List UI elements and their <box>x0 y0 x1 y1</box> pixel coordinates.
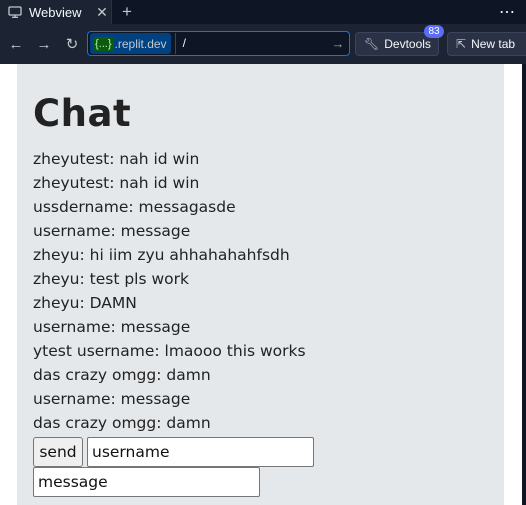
domain-badge: {...} <box>93 36 114 51</box>
message-list: zheyutest: nah id win zheyutest: nah id … <box>33 147 488 435</box>
new-tab-plus-icon[interactable]: + <box>118 2 136 22</box>
browser-tab-bar: Webview ✕ + ⋯ <box>0 0 526 24</box>
url-bar[interactable]: {...} .replit.dev / → <box>87 31 350 56</box>
domain-text: .replit.dev <box>114 36 167 51</box>
message-input[interactable] <box>33 467 260 497</box>
wrench-icon: 🔧︎ <box>364 37 380 51</box>
back-arrow-icon[interactable]: ← <box>2 30 30 58</box>
scrollbar[interactable] <box>522 64 526 505</box>
browser-toolbar: ← → ↻ {...} .replit.dev / → 🔧︎ Devtools … <box>0 24 526 64</box>
forward-arrow-icon[interactable]: → <box>30 30 58 58</box>
new-tab-button[interactable]: ⇱ New tab <box>447 32 526 56</box>
external-link-icon: ⇱ <box>456 37 467 51</box>
chat-message: zheyu: DAMN <box>33 294 137 312</box>
chat-message: username: message <box>33 222 191 240</box>
send-button[interactable]: send <box>33 437 83 467</box>
chat-message: das crazy omgg: damn <box>33 366 211 384</box>
chat-message: zheyu: test pls work <box>33 270 189 288</box>
chat-message: zheyutest: nah id win <box>33 150 200 168</box>
tab-title: Webview <box>29 4 82 20</box>
chat-message: username: message <box>33 390 191 408</box>
send-row: send <box>33 437 488 467</box>
devtools-count-badge: 83 <box>424 25 444 38</box>
close-icon[interactable]: ✕ <box>93 4 111 21</box>
chat-message: ussdername: messagasde <box>33 198 236 216</box>
username-input[interactable] <box>87 437 314 467</box>
chat-message: das crazy omgg: damn <box>33 414 211 432</box>
go-arrow-icon[interactable]: → <box>327 36 349 51</box>
webview-tab[interactable]: Webview ✕ <box>0 0 112 24</box>
chat-message: zheyu: hi iim zyu ahhahahahfsdh <box>33 246 290 264</box>
chat-message: ytest username: lmaooo this works <box>33 342 306 360</box>
chat-message: zheyutest: nah id win <box>33 174 200 192</box>
domain-chip[interactable]: {...} .replit.dev <box>90 33 171 54</box>
webview-content: Chat zheyutest: nah id win zheyutest: na… <box>0 64 522 505</box>
more-options-icon[interactable]: ⋯ <box>499 2 516 22</box>
new-tab-label: New tab <box>471 37 516 51</box>
url-path-input[interactable]: / <box>174 33 327 54</box>
monitor-icon <box>8 6 22 18</box>
chat-message: username: message <box>33 318 191 336</box>
page-title: Chat <box>33 92 132 135</box>
devtools-label: Devtools <box>384 37 431 51</box>
chat-container: Chat zheyutest: nah id win zheyutest: na… <box>17 64 504 505</box>
reload-icon[interactable]: ↻ <box>58 30 86 58</box>
